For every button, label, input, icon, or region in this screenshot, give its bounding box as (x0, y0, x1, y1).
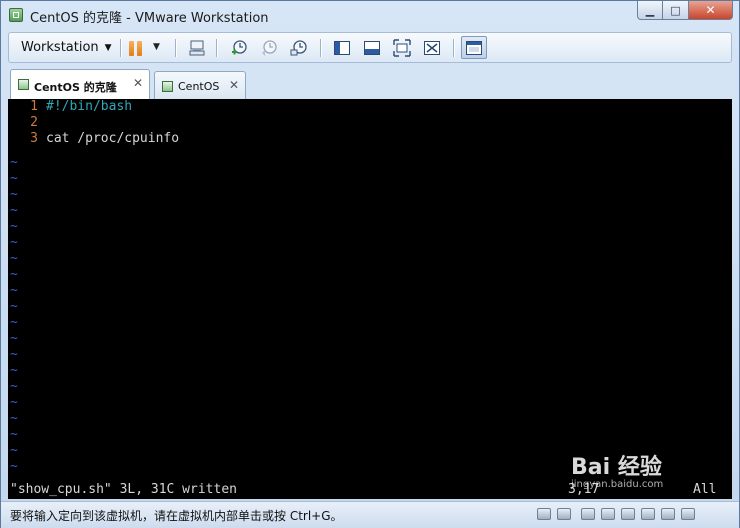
title-bar[interactable]: CentOS 的克隆 - VMware Workstation ▁ □ ✕ (1, 1, 739, 29)
tilde-marker: ~ (10, 203, 18, 218)
close-icon: ✕ (705, 3, 716, 17)
thumbnail-toggle-button[interactable] (461, 36, 487, 59)
power-menu-chevron-icon[interactable]: ▼ (153, 42, 160, 52)
tab-centos-clone[interactable]: CentOS 的克隆 ✕ (10, 69, 150, 99)
tilde-marker: ~ (10, 299, 18, 314)
close-button[interactable]: ✕ (689, 1, 733, 20)
usb-icon[interactable] (601, 508, 615, 520)
tab-label: CentOS 的克隆 (34, 81, 117, 94)
watermark-text: Bai 经验 (571, 455, 662, 480)
tilde-marker: ~ (10, 427, 18, 442)
cd-drive-icon[interactable] (557, 508, 571, 520)
vm-console[interactable]: 1 #!/bin/bash 2 3 cat /proc/cpuinfo ~ ~ ~ ~ ~ ~… (8, 99, 732, 499)
minimize-button[interactable]: ▁ (637, 1, 663, 20)
line-number: 3 (30, 131, 38, 146)
tilde-marker: ~ (10, 379, 18, 394)
vim-status-message: "show_cpu.sh" 3L, 31C written (10, 482, 237, 497)
toolbar: Workstation ▼ ▼ (8, 32, 732, 63)
toolbar-separator (453, 39, 454, 57)
tilde-marker: ~ (10, 443, 18, 458)
tilde-marker: ~ (10, 251, 18, 266)
tab-centos[interactable]: CentOS ✕ (154, 71, 246, 99)
toolbar-separator (175, 39, 176, 57)
message-icon[interactable] (681, 508, 695, 520)
tab-label: CentOS (178, 80, 220, 93)
close-icon[interactable]: ✕ (229, 78, 239, 92)
line-number: 1 (30, 99, 38, 114)
tilde-marker: ~ (10, 235, 18, 250)
editor-line: 1 #!/bin/bash (10, 99, 132, 115)
maximize-icon: □ (670, 3, 681, 17)
snapshot-take-icon[interactable] (230, 39, 248, 57)
workstation-menu-label: Workstation (21, 40, 99, 55)
scroll-position: All (693, 482, 717, 497)
tilde-marker: ~ (10, 187, 18, 202)
tilde-marker: ~ (10, 219, 18, 234)
tilde-marker: ~ (10, 315, 18, 330)
quick-switch-icon[interactable] (363, 39, 381, 57)
hard-disk-icon[interactable] (537, 508, 551, 520)
pause-icon[interactable] (129, 41, 143, 56)
snapshot-manager-icon[interactable] (290, 39, 308, 57)
printer-icon[interactable] (621, 508, 635, 520)
tilde-marker: ~ (10, 363, 18, 378)
vmware-window: CentOS 的克隆 - VMware Workstation ▁ □ ✕ Wo… (0, 0, 740, 528)
tilde-marker: ~ (10, 283, 18, 298)
editor-line: 3 cat /proc/cpuinfo (10, 131, 179, 147)
tilde-marker: ~ (10, 267, 18, 282)
chevron-down-icon: ▼ (104, 43, 112, 53)
close-icon[interactable]: ✕ (133, 76, 143, 90)
vm-tab-strip: CentOS 的克隆 ✕ CentOS ✕ (8, 69, 732, 99)
status-message: 要将输入定向到该虚拟机，请在虚拟机内部单击或按 Ctrl+G。 (10, 509, 343, 523)
line-text: #!/bin/bash (46, 99, 133, 114)
thumbnail-icon (466, 41, 482, 55)
baidu-watermark: Bai 经验 jingyan.baidu.com (571, 449, 663, 490)
tilde-marker: ~ (10, 155, 18, 170)
snapshot-revert-icon[interactable] (260, 39, 278, 57)
fullscreen-icon[interactable] (393, 39, 411, 57)
console-view-icon[interactable] (333, 39, 351, 57)
toolbar-separator (320, 39, 321, 57)
tilde-marker: ~ (10, 411, 18, 426)
tilde-marker: ~ (10, 331, 18, 346)
tilde-marker: ~ (10, 459, 18, 474)
sound-icon[interactable] (641, 508, 655, 520)
workstation-menu-button[interactable]: Workstation ▼ (21, 40, 112, 55)
window-title: CentOS 的克隆 - VMware Workstation (30, 11, 269, 26)
toolbar-separator (216, 39, 217, 57)
watermark-subtext: jingyan.baidu.com (571, 479, 664, 490)
vmware-app-icon[interactable] (9, 8, 23, 22)
network-adapter-icon[interactable] (581, 508, 595, 520)
vm-icon (18, 79, 29, 90)
line-text: cat /proc/cpuinfo (46, 131, 180, 146)
display-icon[interactable] (661, 508, 675, 520)
toolbar-separator (120, 39, 121, 57)
vm-icon (162, 81, 173, 92)
tilde-marker: ~ (10, 171, 18, 186)
send-ctrl-alt-del-icon[interactable] (188, 39, 206, 57)
tilde-marker: ~ (10, 347, 18, 362)
unity-icon[interactable] (423, 39, 441, 57)
minimize-icon: ▁ (645, 3, 655, 17)
line-number: 2 (30, 115, 38, 130)
tilde-marker: ~ (10, 395, 18, 410)
editor-line: 2 (10, 115, 46, 131)
window-controls: ▁ □ ✕ (637, 1, 733, 21)
status-bar: 要将输入定向到该虚拟机，请在虚拟机内部单击或按 Ctrl+G。 (1, 501, 739, 528)
maximize-button[interactable]: □ (663, 1, 689, 20)
